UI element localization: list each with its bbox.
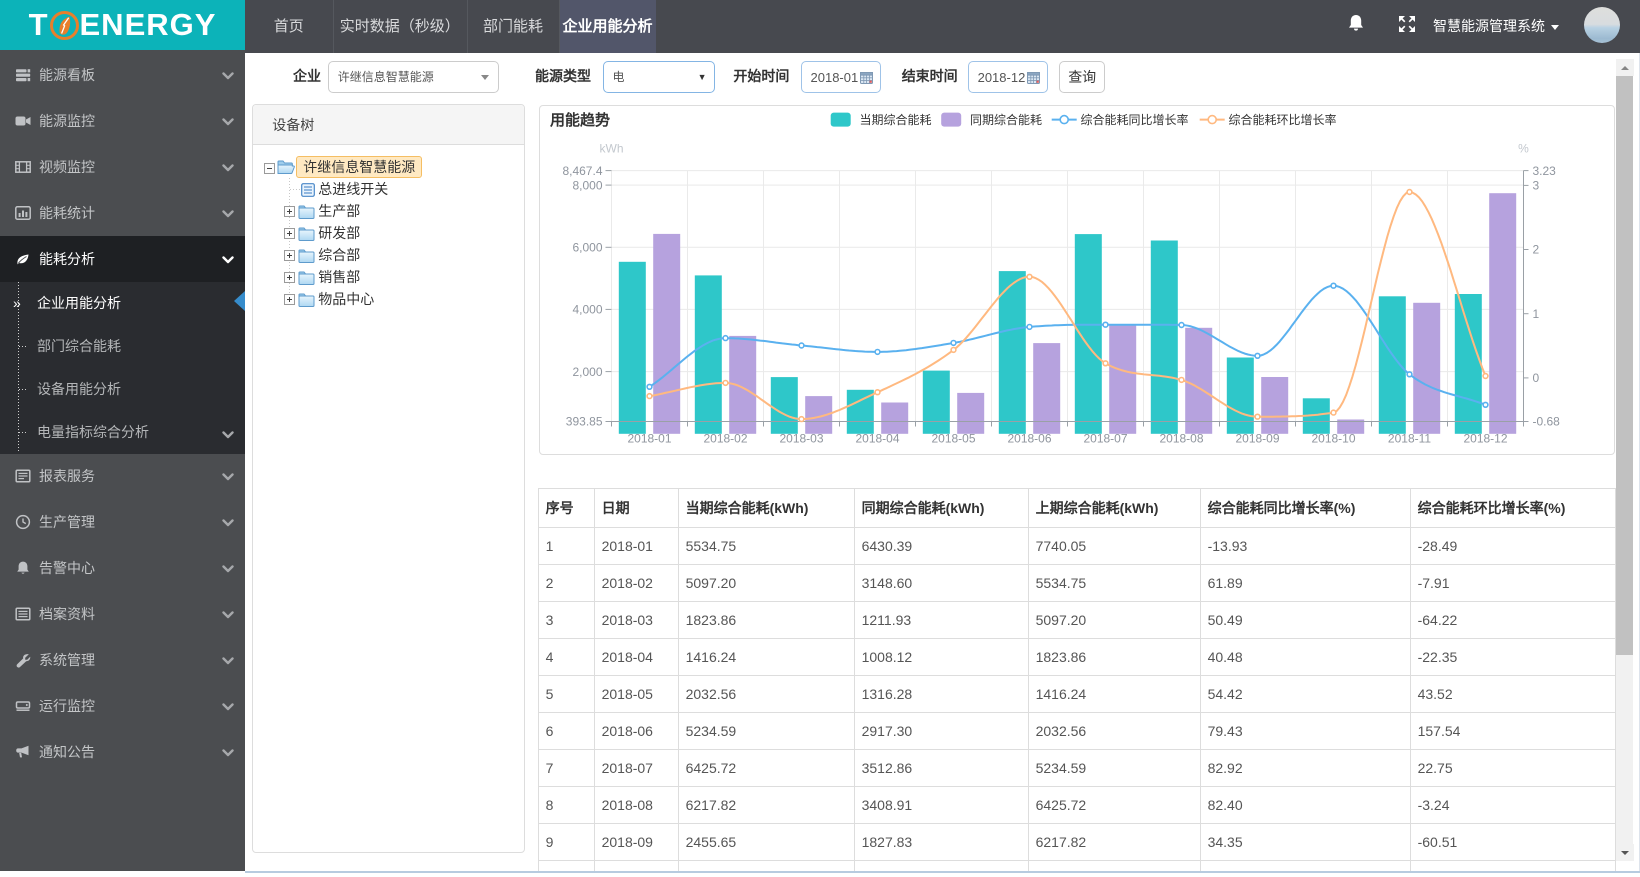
svg-text:2018-09: 2018-09: [1235, 432, 1279, 446]
svg-text:综合能耗环比增长率: 综合能耗环比增长率: [1229, 112, 1337, 127]
svg-text:6,000: 6,000: [572, 241, 602, 255]
svg-text:8,000: 8,000: [572, 178, 602, 192]
svg-text:0: 0: [1533, 371, 1540, 385]
svg-text:3.23: 3.23: [1533, 164, 1557, 178]
svg-text:2018-03: 2018-03: [779, 432, 823, 446]
svg-text:393.85: 393.85: [566, 415, 603, 429]
svg-text:%: %: [1518, 142, 1529, 156]
svg-text:-0.68: -0.68: [1533, 415, 1561, 429]
svg-text:当期综合能耗: 当期综合能耗: [860, 112, 932, 127]
svg-text:kWh: kWh: [600, 142, 624, 156]
svg-text:2018-01: 2018-01: [627, 432, 671, 446]
svg-text:2018-10: 2018-10: [1311, 432, 1355, 446]
svg-text:2018-11: 2018-11: [1388, 432, 1431, 446]
svg-text:2,000: 2,000: [572, 365, 602, 379]
svg-text:2018-08: 2018-08: [1159, 432, 1203, 446]
svg-text:2018-12: 2018-12: [1463, 432, 1507, 446]
svg-text:用能趋势: 用能趋势: [550, 111, 610, 129]
svg-text:2018-06: 2018-06: [1007, 432, 1051, 446]
svg-text:2018-02: 2018-02: [703, 432, 747, 446]
svg-text:3: 3: [1533, 179, 1540, 193]
svg-text:2018-04: 2018-04: [855, 432, 899, 446]
svg-text:1: 1: [1533, 307, 1540, 321]
svg-text:2018-05: 2018-05: [931, 432, 975, 446]
svg-text:8,467.4: 8,467.4: [562, 164, 602, 178]
svg-text:4,000: 4,000: [572, 303, 602, 317]
svg-text:同期综合能耗: 同期综合能耗: [970, 112, 1042, 127]
svg-text:综合能耗同比增长率: 综合能耗同比增长率: [1081, 112, 1189, 127]
svg-text:2: 2: [1533, 243, 1540, 257]
svg-text:2018-07: 2018-07: [1083, 432, 1127, 446]
